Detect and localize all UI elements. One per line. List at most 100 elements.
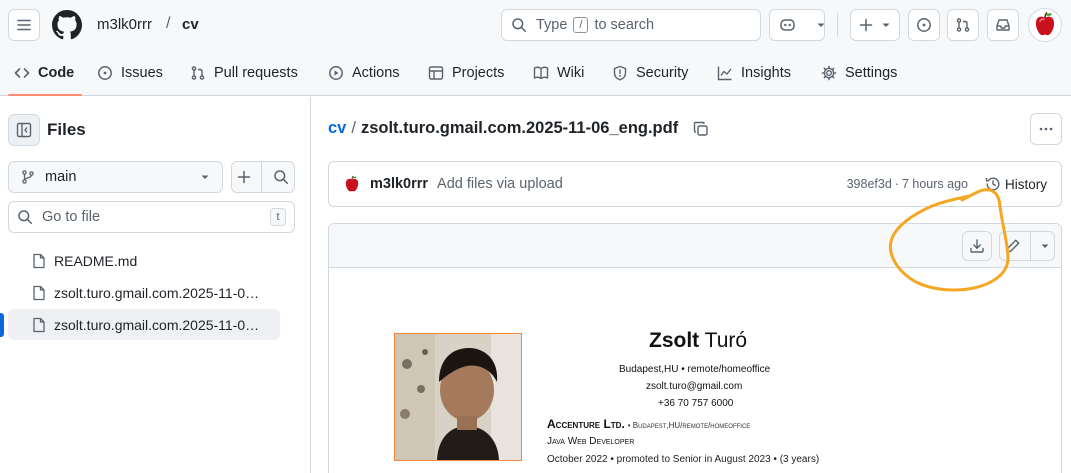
collapse-sidebar-button[interactable] — [8, 114, 40, 146]
plus-icon[interactable] — [237, 170, 251, 184]
latest-commit-bar: m3lk0rrr Add files via upload 398ef3d · … — [328, 161, 1062, 207]
github-logo-icon[interactable] — [52, 10, 82, 40]
shield-icon — [612, 65, 628, 81]
tab-settings-label: Settings — [845, 65, 898, 81]
tab-issues[interactable]: Issues — [97, 50, 163, 96]
tab-settings[interactable]: Settings — [821, 50, 897, 96]
search-placeholder-before: Type — [536, 17, 568, 33]
cv-location: Budapest,HU • remote/homeoffice — [619, 364, 771, 375]
avatar[interactable] — [1028, 8, 1062, 42]
cv-company: Accenture Ltd. — [547, 417, 625, 431]
create-new-button[interactable] — [850, 9, 900, 41]
table-icon — [428, 65, 444, 81]
cv-period: October 2022 • promoted to Senior in Aug… — [547, 454, 820, 465]
cv-first-name: Zsolt — [649, 329, 700, 352]
header-divider — [837, 13, 838, 37]
tab-code-label: Code — [38, 65, 75, 81]
pull-requests-button[interactable] — [947, 9, 979, 41]
cv-role: Java Web Developer — [547, 436, 635, 447]
inbox-button[interactable] — [987, 9, 1019, 41]
edit-button-group[interactable] — [999, 231, 1055, 261]
menu-button[interactable] — [8, 9, 40, 41]
pull-request-icon — [190, 65, 206, 81]
commit-message[interactable]: Add files via upload — [437, 176, 847, 192]
history-link[interactable]: History — [1005, 177, 1047, 192]
tab-actions[interactable]: Actions — [328, 50, 400, 96]
add-file-button[interactable] — [231, 161, 295, 193]
repo-link[interactable]: cv — [182, 16, 199, 33]
profile-photo — [394, 333, 522, 461]
pencil-icon[interactable] — [1005, 238, 1021, 254]
commit-sha[interactable]: 398ef3d — [847, 177, 892, 191]
repo-nav: Code Issues Pull requests Actions Projec… — [0, 50, 1071, 96]
more-options-button[interactable] — [1030, 113, 1062, 145]
file-name: zsolt.turo.gmail.com.2025-11-0… — [54, 316, 260, 333]
file-toolbar — [329, 224, 1061, 268]
file-name: zsolt.turo.gmail.com.2025-11-0… — [54, 284, 260, 301]
copy-icon[interactable] — [693, 121, 709, 137]
tab-wiki[interactable]: Wiki — [533, 50, 584, 96]
commit-dot: · — [894, 177, 899, 191]
go-to-file-input[interactable]: Go to file t — [8, 201, 295, 233]
breadcrumb-repo-link[interactable]: cv — [328, 119, 346, 138]
file-breadcrumb: cv / zsolt.turo.gmail.com.2025-11-06_eng… — [328, 119, 709, 138]
branch-selector[interactable]: main — [8, 161, 223, 193]
pull-request-icon — [955, 17, 971, 33]
file-tree-item-selected[interactable]: zsolt.turo.gmail.com.2025-11-0… — [8, 309, 280, 340]
chevron-down-icon[interactable] — [816, 20, 826, 30]
file-tree-item[interactable]: zsolt.turo.gmail.com.2025-11-0… — [8, 277, 280, 308]
search-icon — [17, 209, 33, 225]
breadcrumb-separator: / — [166, 15, 171, 32]
issues-button[interactable] — [908, 9, 940, 41]
file-name: README.md — [54, 252, 138, 269]
tab-projects[interactable]: Projects — [428, 50, 504, 96]
tab-wiki-label: Wiki — [557, 65, 585, 81]
chevron-down-icon[interactable] — [1040, 241, 1050, 251]
hamburger-icon — [16, 17, 32, 33]
global-header: m3lk0rrr / cv Type / to search — [0, 0, 1071, 50]
portrait-image-icon — [395, 334, 521, 460]
tab-insights[interactable]: Insights — [717, 50, 791, 96]
search-icon[interactable] — [273, 169, 289, 185]
sidebar-collapse-icon — [16, 122, 32, 138]
kebab-horizontal-icon — [1038, 121, 1054, 137]
tab-pull-requests[interactable]: Pull requests — [190, 50, 298, 96]
chevron-down-icon — [881, 20, 891, 30]
owner-link[interactable]: m3lk0rrr — [97, 16, 152, 33]
apple-avatar-icon — [1032, 11, 1058, 39]
search-icon — [511, 17, 527, 33]
search-shortcut-key: / — [573, 17, 589, 33]
cv-last-name: Turó — [704, 329, 748, 352]
tab-issues-label: Issues — [121, 65, 163, 81]
file-content-box: Zsolt Turó Budapest,HU • remote/homeoffi… — [328, 223, 1062, 473]
file-tree-item[interactable]: README.md — [8, 245, 280, 276]
download-icon — [969, 238, 985, 254]
cv-phone: +36 70 757 6000 — [658, 398, 734, 409]
tab-security[interactable]: Security — [612, 50, 688, 96]
cv-company-line: Accenture Ltd. • Budapest,HU/remote/home… — [547, 417, 750, 431]
search-input[interactable]: Type / to search — [501, 9, 761, 41]
history-icon[interactable] — [985, 176, 1001, 192]
go-to-file-placeholder: Go to file — [42, 209, 101, 225]
tab-code[interactable]: Code — [14, 50, 74, 96]
cv-name: Zsolt Turó — [649, 329, 747, 353]
file-icon — [32, 285, 46, 301]
branch-icon — [21, 169, 35, 185]
book-icon — [533, 65, 549, 81]
active-tab-underline — [8, 94, 82, 96]
download-button[interactable] — [962, 231, 992, 261]
branch-name: main — [45, 169, 77, 185]
file-title: zsolt.turo.gmail.com.2025-11-06_eng.pdf — [360, 119, 679, 137]
file-view: cv / zsolt.turo.gmail.com.2025-11-06_eng… — [312, 97, 1071, 473]
inbox-icon — [995, 17, 1011, 33]
gear-icon — [821, 65, 837, 81]
breadcrumb-separator: / — [351, 119, 356, 137]
search-placeholder-after: to search — [594, 17, 655, 33]
cv-company-location: • Budapest,HU/remote/homeoffice — [627, 421, 751, 430]
tab-actions-label: Actions — [352, 65, 400, 81]
author-avatar[interactable] — [343, 175, 361, 194]
commit-author[interactable]: m3lk0rrr — [370, 176, 428, 192]
copilot-button[interactable] — [769, 9, 825, 41]
file-icon — [32, 317, 46, 333]
commit-time: 7 hours ago — [901, 177, 968, 191]
